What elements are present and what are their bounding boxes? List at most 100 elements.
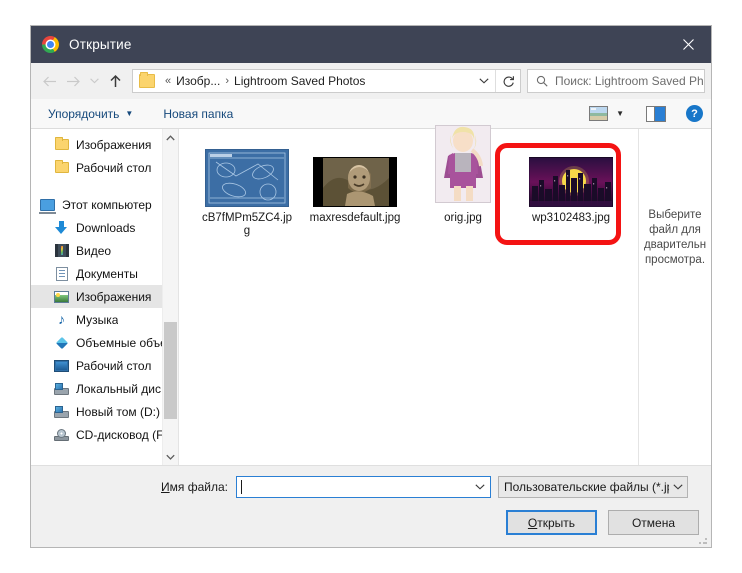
dialog-body: Изображения Рабочий стол Этот компьютер … [31,125,711,465]
sidebar-item-desktop[interactable]: Рабочий стол [31,354,178,377]
scroll-up-button[interactable] [163,129,178,146]
sidebar-item-videos[interactable]: Видео [31,239,178,262]
chevron-down-icon [475,484,485,490]
chevron-down-icon [479,78,489,84]
navigation-bar: « Изобр... › Lightroom Saved Photos Поис… [31,63,711,99]
file-type-filter-value: Пользовательские файлы (*.jp [503,480,669,494]
sidebar-item-label: Изображения [76,137,152,152]
drive-icon [53,380,70,397]
downloads-icon [53,219,70,236]
file-item[interactable]: orig.jpg [413,125,513,263]
file-thumbnail [435,125,491,203]
sidebar-scrollbar[interactable] [162,129,178,465]
filename-label-mnemonic: И [161,480,170,494]
portrait-thumbnail-art [436,126,490,202]
refresh-button[interactable] [496,70,520,92]
filter-dropdown-button[interactable] [669,484,687,490]
file-item[interactable]: cB7fMPm5ZC4.jpg [197,145,297,263]
sidebar-item-label: Музыка [76,312,119,327]
search-box[interactable]: Поиск: Lightroom Saved Ph... [527,69,705,93]
filename-input[interactable] [235,476,491,498]
preview-pane-right [655,106,665,121]
cd-drive-icon [53,426,70,443]
preview-line: дварительн [643,239,707,251]
file-name: orig.jpg [444,212,482,224]
cancel-button[interactable]: Отмена [608,510,699,535]
sidebar-item-cd-drive[interactable]: CD-дисковод (F [31,423,178,446]
chevron-down-icon: ▼ [125,109,134,118]
sidebar-item-documents[interactable]: Документы [31,262,178,285]
arrow-up-icon [109,74,121,87]
file-name: cB7fMPm5ZC4.jpg [201,212,293,237]
chrome-icon [42,36,59,53]
sepia-thumbnail-art [323,158,389,206]
music-icon: ♪ [58,310,65,327]
sidebar-item-label: Изображения [76,289,152,304]
filename-dropdown-button[interactable] [470,484,490,490]
view-thumbnails-icon[interactable] [589,106,609,121]
file-type-filter[interactable]: Пользовательские файлы (*.jp [497,476,688,498]
file-name: maxresdefault.jpg [309,212,401,224]
new-folder-label: Новая папка [163,106,234,121]
title-bar: Открытие [31,26,711,63]
blueprint-thumbnail-art [208,152,286,204]
button-row: Открыть Отмена [43,510,699,535]
preview-placeholder-text: Выберите файл для дварительн просмотра. [644,208,706,268]
filename-label: Имя файла: [161,480,228,494]
thumbnail-container [313,145,397,207]
recent-locations-button[interactable] [85,68,103,94]
sidebar-item-this-pc[interactable]: Этот компьютер [31,193,178,216]
organize-menu[interactable]: Упорядочить ▼ [48,107,133,121]
file-item-selected[interactable]: wp3102483.jpg [521,145,621,263]
sidebar-item-downloads[interactable]: Downloads [31,216,178,239]
address-bar[interactable]: « Изобр... › Lightroom Saved Photos [132,69,521,93]
sidebar-item-label: CD-дисковод (F [76,427,164,442]
sidebar-item-desktop-quick[interactable]: Рабочий стол [31,156,178,179]
help-icon[interactable]: ? [686,105,703,122]
sidebar-item-label: Downloads [76,220,136,235]
preview-line: просмотра. [644,254,706,266]
folder-icon [53,136,70,153]
new-folder-button[interactable]: Новая папка [163,107,233,121]
back-button[interactable] [37,68,61,94]
open-button-label: ткрыть [537,515,576,530]
sidebar-item-label: Рабочий стол [76,160,152,175]
file-list[interactable]: cB7fMPm5ZC4.jpg maxresdefault.jpg orig.j… [179,125,638,465]
scroll-down-button[interactable] [163,448,178,465]
close-button[interactable] [665,26,711,63]
scrollbar-thumb[interactable] [164,322,177,419]
sidebar-item-pictures-quick[interactable]: Изображения [31,133,178,156]
sidebar-item-local-disk[interactable]: Локальный дис [31,377,178,400]
sidebar-item-pictures[interactable]: Изображения [31,285,178,308]
breadcrumb-overflow[interactable]: « [165,75,171,87]
thumbnail-container [529,145,613,207]
breadcrumb-current[interactable]: Lightroom Saved Photos [234,74,365,88]
preview-line: Выберите [648,209,702,221]
resize-grip[interactable] [698,535,708,545]
chevron-down-icon [166,454,175,460]
file-thumbnail [529,157,613,207]
this-pc-icon [39,196,56,214]
drive-icon [53,403,70,420]
search-input[interactable]: Поиск: Lightroom Saved Ph... [555,74,704,88]
sidebar-item-new-volume[interactable]: Новый том (D:) [31,400,178,423]
pictures-icon [53,288,70,305]
open-button[interactable]: Открыть [506,510,597,535]
filename-row: Имя файла: Пользовательские файлы (*.jp [43,476,699,498]
sidebar-item-music[interactable]: ♪ Музыка [31,308,178,331]
folder-icon [139,72,155,88]
window-title: Открытие [69,37,132,52]
file-item[interactable]: maxresdefault.jpg [305,145,405,263]
forward-button[interactable] [61,68,85,94]
file-thumbnail [205,149,289,207]
up-one-level-button[interactable] [103,68,127,94]
address-dropdown-button[interactable] [473,70,495,92]
preview-pane-icon[interactable] [646,105,666,122]
view-dropdown-caret-icon[interactable]: ▼ [616,109,624,118]
refresh-icon [503,75,514,87]
breadcrumb-separator: › [225,75,230,87]
navigation-pane: Изображения Рабочий стол Этот компьютер … [31,129,179,465]
arrow-right-icon [66,76,80,86]
sidebar-item-3d-objects[interactable]: Объемные объе [31,331,178,354]
breadcrumb-parent[interactable]: Изобр... [176,74,220,88]
